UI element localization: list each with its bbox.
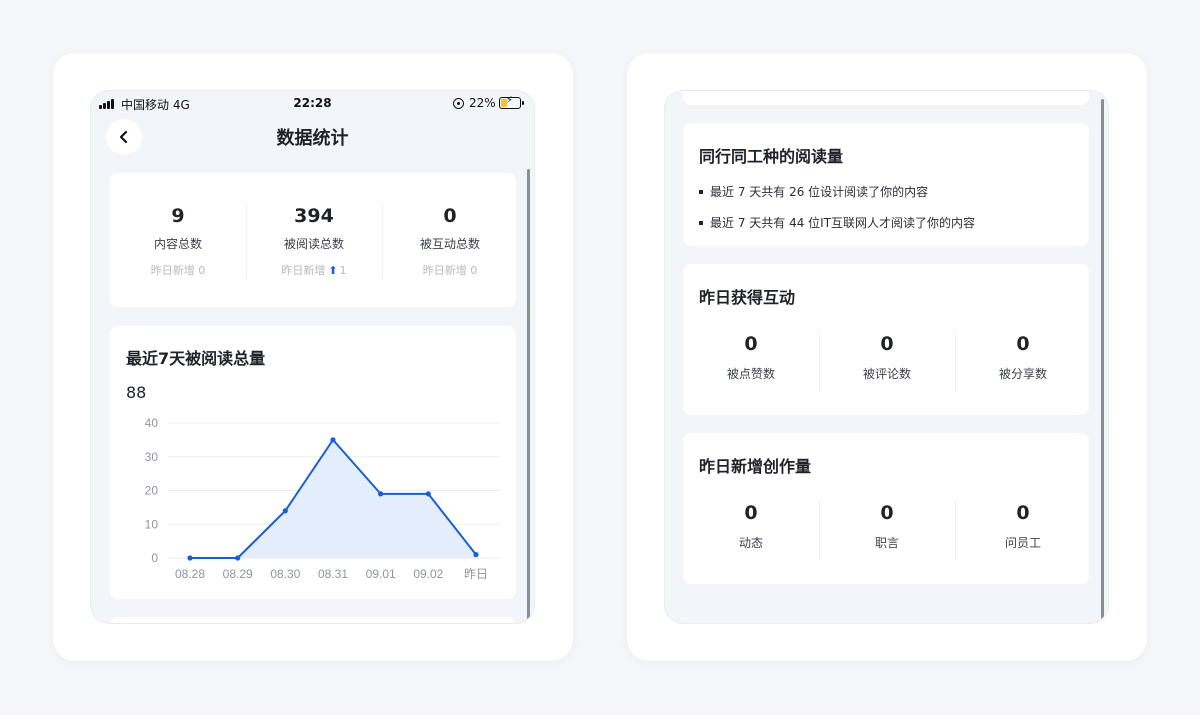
stat-label: 问员工 — [1004, 536, 1041, 550]
data-point — [187, 555, 193, 561]
stat-value: 0 — [443, 205, 457, 227]
stat-yesterday-label: 昨日新增 — [281, 264, 326, 277]
y-tick-label: 40 — [145, 416, 159, 430]
interaction-section-title: 昨日获得互动 — [699, 288, 796, 307]
stat-value: 394 — [294, 205, 334, 227]
stat-yesterday: 昨日新增 ⬆ 1 — [246, 262, 382, 278]
battery-charging-icon: ⚡ — [499, 95, 524, 109]
stat-value: 0 — [1016, 502, 1030, 524]
overview-card: 9 内容总数 昨日新增 0 394 被阅读总数 昨日新增 ⬆ 1 0 被互动总数 昨… — [110, 173, 516, 307]
stat-value: 0 — [744, 333, 758, 355]
data-point — [378, 491, 384, 497]
stat-comments[interactable]: 0 被评论数 — [819, 331, 955, 391]
stat-content-total[interactable]: 9 内容总数 昨日新增 0 — [110, 203, 246, 278]
phone-screen-stats-scrolled: 同行同工种的阅读量 最近 7 天共有 26 位设计阅读了你的内容 最近 7 天共… — [665, 91, 1108, 623]
stat-label: 内容总数 — [153, 237, 202, 251]
stat-label: 动态 — [738, 536, 763, 550]
creation-stats: 0 动态 0 职言 0 问员工 — [683, 500, 1091, 560]
stat-label: 被点赞数 — [726, 367, 775, 381]
stat-yesterday: 昨日新增 0 — [422, 264, 478, 277]
scrollbar[interactable] — [1101, 99, 1104, 619]
peer-section-title: 同行同工种的阅读量 — [699, 147, 844, 166]
stat-interaction-total[interactable]: 0 被互动总数 昨日新增 0 — [382, 203, 518, 279]
overview-stats: 9 内容总数 昨日新增 0 394 被阅读总数 昨日新增 ⬆ 1 0 被互动总数 昨… — [110, 203, 518, 279]
battery-percent: 22% — [469, 96, 496, 110]
stat-label: 被评论数 — [862, 367, 911, 381]
left-panel: 中国移动 4G 22:28 22% ⚡ 数据统计 9 内容总数 昨日新增 0 3… — [53, 53, 573, 661]
scrollbar[interactable] — [527, 169, 530, 621]
data-point — [330, 437, 336, 443]
x-tick-label: 09.01 — [366, 567, 396, 581]
bullet-icon — [699, 220, 703, 225]
peer-item-it: 最近 7 天共有 44 位IT互联网人才阅读了你的内容 — [699, 214, 975, 231]
stat-value: 0 — [744, 502, 758, 524]
data-point — [235, 555, 241, 561]
yesterday-interaction-card: 昨日获得互动 0 被点赞数 0 被评论数 0 被分享数 — [683, 264, 1089, 415]
peer-reading-card: 同行同工种的阅读量 最近 7 天共有 26 位设计阅读了你的内容 最近 7 天共… — [683, 123, 1089, 246]
phone-screen-stats: 中国移动 4G 22:28 22% ⚡ 数据统计 9 内容总数 昨日新增 0 3… — [91, 91, 534, 623]
stat-posts[interactable]: 0 动态 — [683, 500, 819, 551]
stat-value: 9 — [171, 205, 185, 227]
status-bar: 中国移动 4G 22:28 22% ⚡ — [91, 91, 534, 117]
stat-remarks[interactable]: 0 职言 — [819, 500, 955, 560]
chart-card: 最近7天被阅读总量 88 0 10 20 30 40 08.28 08.29 08.30 08.… — [110, 326, 516, 599]
right-panel: 同行同工种的阅读量 最近 7 天共有 26 位设计阅读了你的内容 最近 7 天共… — [627, 53, 1147, 661]
chart-total-value: 88 — [126, 383, 147, 402]
reads-line-chart: 0 10 20 30 40 08.28 08.29 08.30 08.31 09.01 09.02 昨… — [145, 416, 500, 581]
prev-card-peek — [683, 91, 1089, 105]
y-tick-label: 30 — [145, 450, 159, 464]
bullet-icon — [699, 189, 703, 194]
orientation-lock-icon — [453, 98, 464, 109]
peer-item-design: 最近 7 天共有 26 位设计阅读了你的内容 — [699, 183, 928, 200]
x-tick-label: 08.31 — [318, 567, 348, 581]
stat-shares[interactable]: 0 被分享数 — [955, 331, 1091, 391]
data-point — [425, 491, 431, 497]
data-point — [473, 552, 479, 558]
peer-item-text: 最近 7 天共有 26 位设计阅读了你的内容 — [710, 185, 929, 199]
stat-label: 被分享数 — [998, 367, 1047, 381]
status-time: 22:28 — [293, 96, 332, 110]
stat-trend-value: 1 — [339, 264, 347, 277]
next-card-peek — [110, 617, 516, 623]
peer-item-text: 最近 7 天共有 44 位IT互联网人才阅读了你的内容 — [710, 216, 976, 230]
stat-label: 被阅读总数 — [283, 237, 344, 251]
x-tick-label: 昨日 — [464, 567, 488, 581]
y-tick-label: 20 — [145, 484, 159, 498]
y-tick-label: 0 — [151, 551, 158, 565]
x-tick-label: 08.29 — [223, 567, 253, 581]
stat-read-total[interactable]: 394 被阅读总数 昨日新增 ⬆ 1 — [246, 203, 382, 279]
interaction-stats: 0 被点赞数 0 被评论数 0 被分享数 — [683, 331, 1091, 391]
stat-ask-employee[interactable]: 0 问员工 — [955, 500, 1091, 560]
chart-section-title: 最近7天被阅读总量 — [126, 349, 266, 368]
stat-label: 职言 — [874, 536, 899, 550]
y-tick-label: 10 — [145, 517, 159, 531]
stat-label: 被互动总数 — [419, 237, 480, 251]
stat-likes[interactable]: 0 被点赞数 — [683, 331, 819, 382]
page-title: 数据统计 — [276, 128, 349, 149]
stat-value: 0 — [880, 333, 894, 355]
stat-value: 0 — [1016, 333, 1030, 355]
x-tick-label: 09.02 — [413, 567, 443, 581]
stat-value: 0 — [880, 502, 894, 524]
arrow-up-icon: ⬆ — [328, 264, 338, 277]
x-tick-label: 08.30 — [270, 567, 300, 581]
yesterday-creation-card: 昨日新增创作量 0 动态 0 职言 0 问员工 — [683, 433, 1089, 584]
creation-section-title: 昨日新增创作量 — [699, 457, 812, 476]
x-tick-label: 08.28 — [175, 567, 205, 581]
stat-yesterday: 昨日新增 0 — [150, 264, 206, 277]
data-point — [282, 508, 288, 514]
